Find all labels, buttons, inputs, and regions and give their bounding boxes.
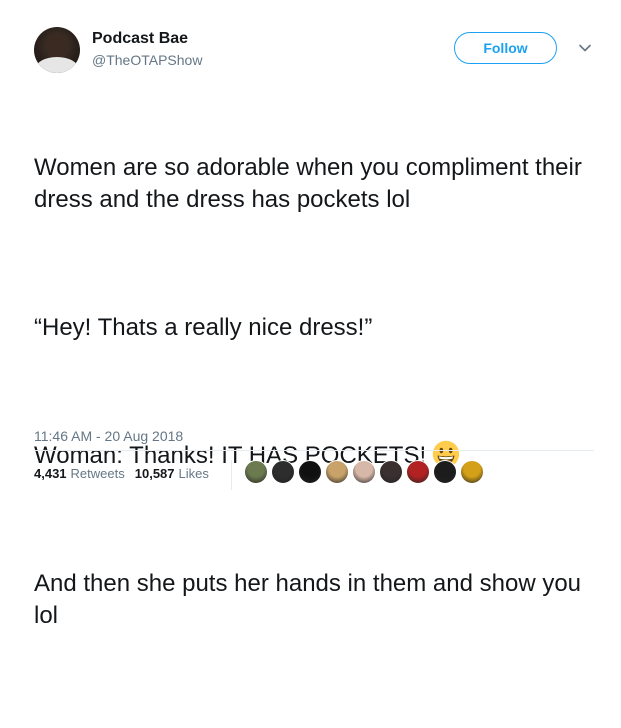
liker-avatar[interactable] <box>271 460 295 484</box>
avatar-shoulders <box>36 57 78 73</box>
liker-avatars <box>244 460 487 486</box>
display-name[interactable]: Podcast Bae <box>92 30 188 48</box>
liker-avatar[interactable] <box>298 460 322 484</box>
tweet-text: Women are so adorable when you complimen… <box>34 88 594 728</box>
liker-avatar[interactable] <box>379 460 403 484</box>
avatar[interactable] <box>34 27 80 73</box>
liker-avatar[interactable] <box>352 460 376 484</box>
user-handle[interactable]: @TheOTAPShow <box>92 52 202 68</box>
retweets-stat[interactable]: 4,431 Retweets <box>34 466 125 481</box>
chevron-down-icon[interactable] <box>578 41 592 55</box>
follow-button[interactable]: Follow <box>454 32 557 64</box>
liker-avatar[interactable] <box>325 460 349 484</box>
divider <box>34 450 594 451</box>
liker-avatar[interactable] <box>406 460 430 484</box>
tweet-paragraph: Women are so adorable when you complimen… <box>34 154 589 213</box>
liker-avatar[interactable] <box>433 460 457 484</box>
stats-separator <box>231 460 232 490</box>
liker-avatar[interactable] <box>244 460 268 484</box>
tweet-timestamp[interactable]: 11:46 AM - 20 Aug 2018 <box>34 428 183 444</box>
retweets-label: Retweets <box>70 466 125 481</box>
tweet-paragraph: And then she puts her hands in them and … <box>34 570 588 629</box>
liker-avatar[interactable] <box>460 460 484 484</box>
tweet-card: Podcast Bae @TheOTAPShow Follow Women ar… <box>0 0 621 629</box>
avatar-face <box>46 33 68 59</box>
likes-label: Likes <box>178 466 209 481</box>
tweet-stats: 4,431 Retweets 10,587 Likes <box>34 466 219 481</box>
tweet-paragraph: “Hey! Thats a really nice dress!” <box>34 314 373 341</box>
retweets-count: 4,431 <box>34 466 67 481</box>
likes-count: 10,587 <box>134 466 175 481</box>
likes-stat[interactable]: 10,587 Likes <box>135 466 209 481</box>
